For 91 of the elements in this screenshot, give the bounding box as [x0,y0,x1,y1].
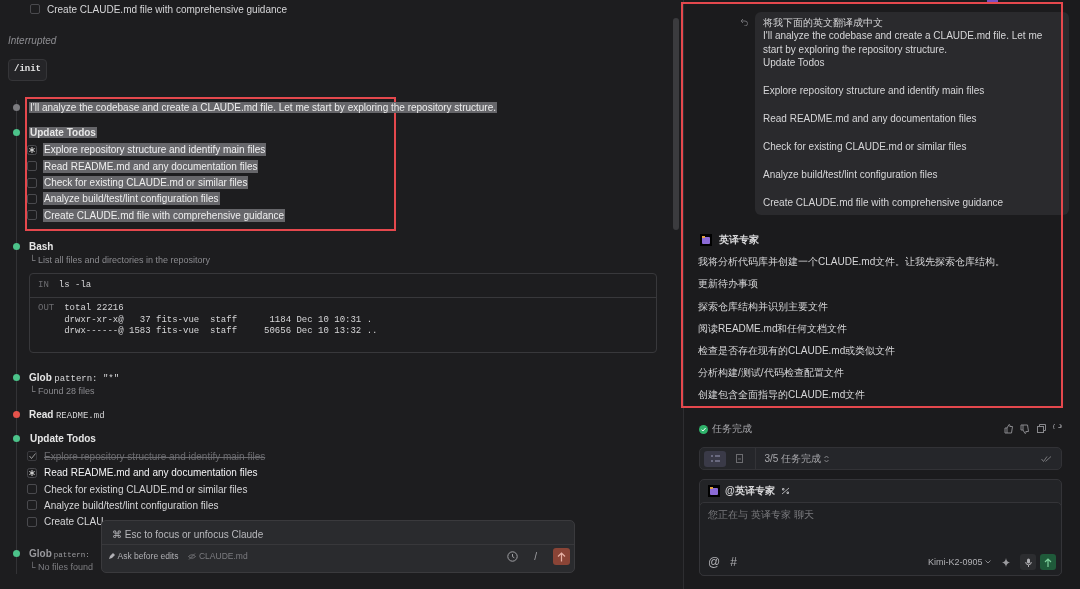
tool-argument: pattern: "*" [54,372,120,386]
message-line: Analyze build/test/lint configuration files [763,168,939,182]
document-icon [736,454,743,464]
status-note: Interrupted [8,34,58,49]
io-label: OUT [38,303,55,316]
io-label: IN [38,278,49,292]
chevron-down-icon [985,560,991,565]
todo-text: Explore repository structure and identify main files [43,143,267,157]
todo-text: Analyze build/test/lint configuration files [43,498,220,512]
context-file-button[interactable]: CLAUDE.md [188,550,248,563]
scrollbar[interactable] [673,18,679,230]
section-title: Update Todos [29,433,97,445]
message-input[interactable]: 您正在与 英译专家 聊天 @ # Kimi-K2-0905 [699,502,1062,577]
response-text: 探索仓库结构并识别主要文件 [698,300,829,313]
message-line: Read README.md and any documentation files [763,112,978,126]
tool-name: Glob [29,370,52,385]
message-line: Explore repository structure and identify main files [763,84,986,98]
tools-icon [780,487,790,496]
progress-dropdown[interactable]: 3/5 任务完成 [764,452,829,465]
arrow-up-icon [557,551,566,562]
eye-off-icon [188,553,197,560]
checkbox[interactable] [27,484,37,494]
checkbox[interactable] [27,210,37,221]
tool-result: └ List all files and directories in the repository [29,254,211,268]
tool-name: Glob [29,546,52,561]
tool-result: └ Found 28 files [29,384,96,398]
mic-button[interactable] [1020,554,1036,571]
copy-icon[interactable] [1036,424,1047,435]
double-check-icon [1041,455,1052,462]
message-line: I'll analyze the codebase and create a CLAUDE.md file. Let me start by exploring the repository structure. [763,29,1044,56]
todo-text: Explore repository structure and identify main files [43,449,267,463]
checkbox[interactable] [27,161,37,172]
todo-text: Read README.md and any documentation files [43,466,259,480]
todo-text: Create CLAUDE.md file with comprehensive guidance [43,208,286,222]
folder-icon [708,485,720,498]
tag-button[interactable]: # [730,553,737,572]
arrow-up-icon [1044,557,1052,567]
response-text: 阅读README.md和任何文档文件 [698,322,849,335]
checkbox[interactable] [27,451,37,462]
status-text: 任务完成 [712,423,752,436]
response-text: 创建包含全面指导的CLAUDE.md文件 [698,389,867,402]
todo-text: Analyze build/test/lint configuration files [43,192,220,206]
tool-argument: README.md [55,410,105,424]
todo-text: Check for existing CLAUDE.md or similar files [43,482,249,496]
slash-button[interactable]: / [534,549,537,564]
clock-icon[interactable] [507,551,519,562]
composer-hint[interactable]: ⌘ Esc to focus or unfocus Claude [102,521,574,545]
response-text: 更新待办事项 [698,278,759,291]
response-text: 我将分析代码库并创建一个CLAUDE.md文件。让我先探索仓库结构。 [698,256,1007,269]
model-dropdown[interactable]: Kimi-K2-0905 [927,555,991,570]
folder-icon [700,233,712,246]
thumbs-up-icon[interactable] [1003,424,1014,435]
message-line: Check for existing CLAUDE.md or similar files [763,140,968,154]
checkbox[interactable] [27,500,37,511]
todo-text: Create CLAU [43,515,105,529]
message-line: Update Todos [763,56,826,70]
section-title: Update Todos [29,126,97,138]
code-line: total 22216 [64,303,125,315]
checkbox[interactable] [27,516,37,527]
send-button[interactable] [553,548,570,565]
message-line: 将我下面的英文翻译成中文 [763,17,884,29]
todo-text: Create CLAUDE.md file with comprehensive guidance [46,2,289,16]
mention-button[interactable]: @ [708,553,721,572]
checkbox[interactable] [30,4,40,15]
agent-mention: @英译专家 [725,485,775,498]
check-icon [28,453,36,460]
microphone-icon [1024,557,1032,567]
view-toggle[interactable] [704,450,726,467]
todo-text: Check for existing CLAUDE.md or similar files [43,176,249,190]
send-button[interactable] [1040,554,1056,571]
tool-result: └ No files found [29,560,94,574]
checkbox[interactable] [27,193,37,204]
message-line: Create CLAUDE.md file with comprehensive guidance [763,196,1005,210]
undo-icon[interactable] [740,18,749,26]
response-text: 分析构建/测试/代码检查配置文件 [698,367,845,380]
sort-caret-icon [823,454,829,463]
checkbox[interactable] [27,177,37,188]
tool-name: Bash [29,240,54,254]
todo-text: Read README.md and any documentation files [43,159,259,173]
message-text: I'll analyze the codebase and create a CLAUDE.md file. Let me start by exploring the repository structure. [29,101,498,113]
response-text: 检查是否存在现有的CLAUDE.md或类似文件 [698,344,897,357]
list-icon [710,455,720,463]
mode-button[interactable]: Ask before edits [108,550,179,563]
agent-name: 英译专家 [718,233,759,246]
command-chip: /init [8,59,47,81]
code-line: drwx------@ 1583 fits-vue staff 50656 Dec 10 13:32 .. [64,326,378,338]
code-line: ls -la [58,278,92,292]
tool-name: Read [29,408,54,423]
code-line: drwxr-xr-x@ 37 fits-vue staff 1184 Dec 10 10:31 . [64,314,374,326]
pencil-icon [108,553,115,560]
thumbs-down-icon[interactable] [1020,424,1030,435]
